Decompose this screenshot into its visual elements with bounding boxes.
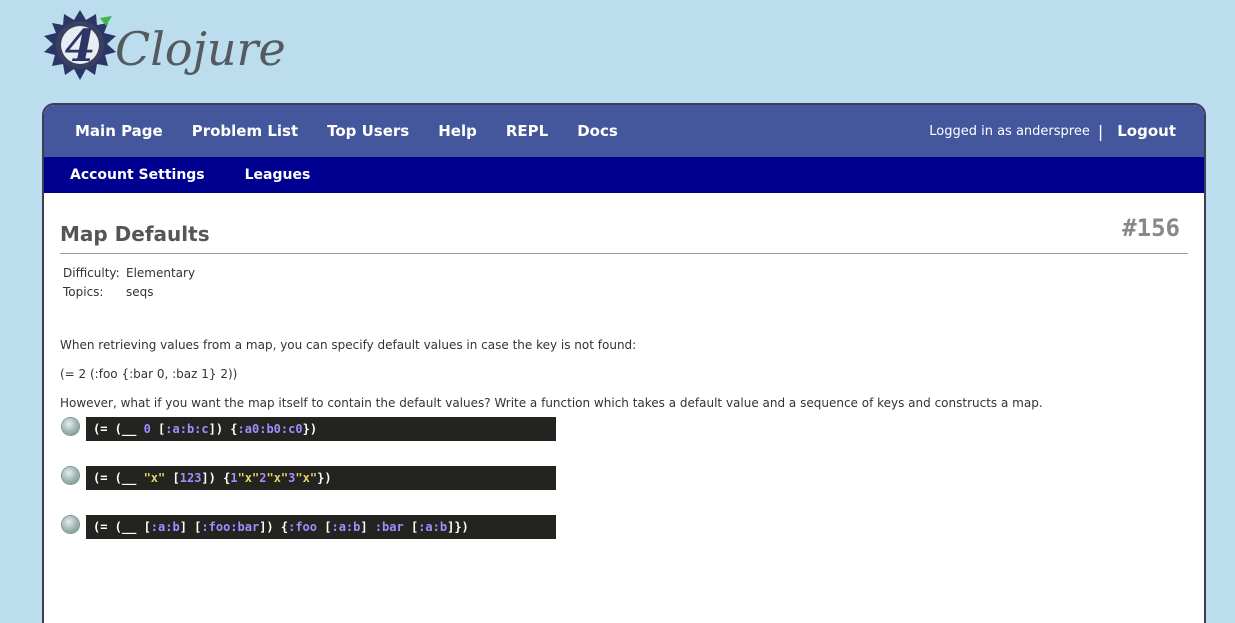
logout-link[interactable]: Logout: [1117, 122, 1176, 140]
problem-header: Map Defaults #156: [60, 193, 1188, 254]
site-logo[interactable]: 4 Clojure: [40, 8, 300, 84]
logo-number: 4: [65, 21, 96, 72]
description-paragraph: When retrieving values from a map, you c…: [60, 338, 637, 352]
nav-leagues[interactable]: Leagues: [245, 167, 311, 183]
problem-title: Map Defaults: [60, 222, 210, 246]
description-example: (= 2 (:foo {:bar 0, :baz 1} 2)): [60, 367, 238, 381]
main-panel: Main Page Problem List Top Users Help RE…: [42, 103, 1206, 623]
difficulty-value: Elementary: [126, 265, 196, 280]
nav-top-users[interactable]: Top Users: [327, 122, 409, 140]
test-case: (= (__ 0 [:a :b :c]) {:a 0 :b 0 :c 0}): [62, 416, 1188, 442]
test-case: (= (__ [:a :b] [:foo :bar]) {:foo [:a :b…: [62, 514, 1188, 540]
test-status-icon: [62, 466, 79, 484]
nav-separator: |: [1097, 121, 1104, 141]
test-case: (= (__ "x" [1 2 3]) {1 "x" 2 "x" 3 "x"}): [62, 465, 1188, 491]
difficulty-label: Difficulty:: [63, 265, 120, 280]
test-status-icon: [62, 417, 79, 435]
description-paragraph: However, what if you want the map itself…: [60, 396, 1043, 410]
nav-repl[interactable]: REPL: [506, 122, 548, 140]
logo-wordmark: Clojure: [115, 22, 286, 76]
test-status-icon: [62, 515, 79, 533]
problem-content: Map Defaults #156 Difficulty: Elementary…: [44, 193, 1204, 540]
topics-value[interactable]: seqs: [126, 285, 154, 299]
nav-account-settings[interactable]: Account Settings: [70, 167, 205, 183]
test-code: (= (__ 0 [:a :b :c]) {:a 0 :b 0 :c 0}): [86, 417, 556, 441]
test-code: (= (__ "x" [1 2 3]) {1 "x" 2 "x" 3 "x"}): [86, 466, 556, 490]
nav-problem-list[interactable]: Problem List: [192, 122, 298, 140]
nav-help[interactable]: Help: [438, 122, 477, 140]
test-code: (= (__ [:a :b] [:foo :bar]) {:foo [:a :b…: [86, 515, 556, 539]
problem-meta: Difficulty: Elementary Topics: seqs: [63, 263, 1188, 301]
nav-main-page[interactable]: Main Page: [75, 122, 163, 140]
logged-in-status: Logged in as anderspree: [929, 123, 1090, 139]
topics-label: Topics:: [63, 284, 104, 299]
primary-nav: Main Page Problem List Top Users Help RE…: [44, 105, 1204, 157]
secondary-nav: Account Settings Leagues: [44, 157, 1204, 193]
problem-description: When retrieving values from a map, you c…: [60, 338, 1188, 410]
problem-number: #156: [1122, 214, 1180, 242]
test-cases: (= (__ 0 [:a :b :c]) {:a 0 :b 0 :c 0}) (…: [60, 416, 1188, 540]
logo-emblem-icon: 4: [44, 10, 116, 80]
nav-docs[interactable]: Docs: [577, 122, 618, 140]
